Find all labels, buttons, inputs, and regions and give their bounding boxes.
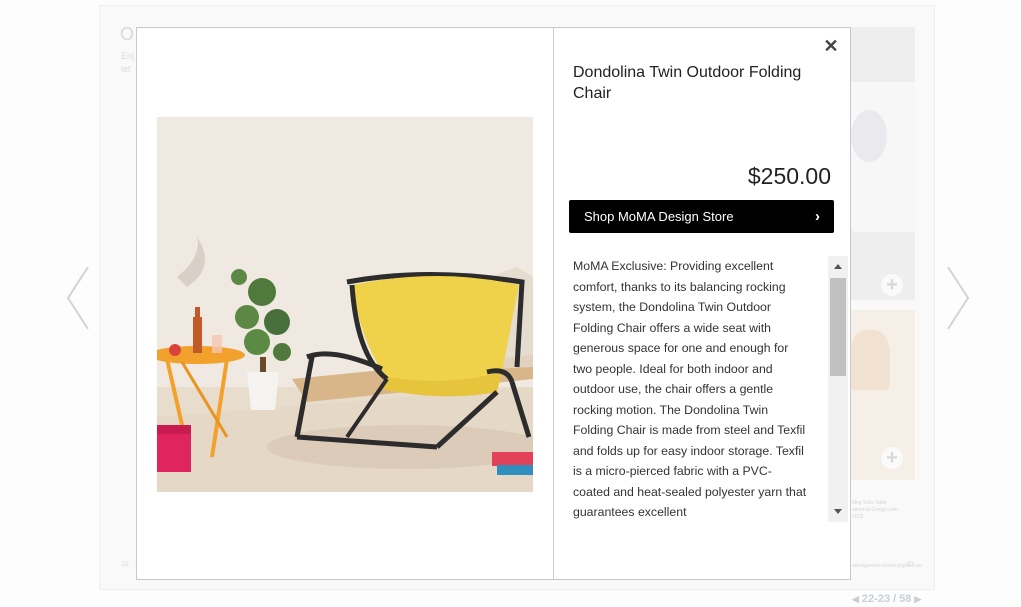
background-heading: O [120,24,135,44]
scroll-down-button[interactable] [828,502,848,522]
flipbook-viewer: O Enj let + + ding Sofa Table asternal-D… [0,0,1021,607]
product-title: Dondolina Twin Outdoor Folding Chair [573,64,802,102]
scrollbar-thumb[interactable] [830,278,846,376]
previous-page-button[interactable] [64,265,92,331]
product-image [157,117,533,492]
product-description: MoMA Exclusive: Providing excellent comf… [573,259,807,519]
add-product-icon[interactable]: + [881,274,903,296]
chevron-right-icon [947,266,970,330]
total-pages: 58 [899,593,912,605]
first-page-button[interactable]: ◀ [852,594,859,605]
last-page-button[interactable]: ▶ [914,594,921,605]
shop-design-store-button[interactable]: Shop MoMA Design Store › [569,200,834,233]
triangle-down-icon [834,509,842,514]
description-scrollbar[interactable] [828,256,848,522]
triangle-up-icon [834,264,842,269]
scroll-up-button[interactable] [828,256,848,276]
current-page: 22-23 [861,593,891,605]
background-page-number: 22 [122,562,129,568]
shop-button-label: Shop MoMA Design Store [584,209,734,224]
add-product-icon[interactable]: + [881,447,903,469]
product-photo-chair [157,117,533,492]
product-description-panel[interactable]: MoMA Exclusive: Providing excellent comf… [573,256,851,522]
modal-divider [553,28,554,579]
chevron-right-icon: › [815,208,820,225]
chevron-left-icon [66,266,89,330]
product-modal: ✕ Dondolina Twin Outdoor Folding Chair $… [136,27,851,580]
background-subtext: let [121,64,131,74]
close-button[interactable]: ✕ [822,37,840,55]
background-subtext: Enj [121,51,135,61]
page-separator: / [893,593,897,605]
product-price: $250.00 [747,163,831,189]
background-product-detail [851,110,887,162]
background-product-image [850,330,890,390]
page-indicator: ◀ 22-23 / 58 ▶ [852,593,921,605]
background-page-number: 23 [907,562,914,568]
next-page-button[interactable] [944,265,972,331]
background-caption: ding Sofa Table asternal-Design.com 2019 [852,500,898,520]
